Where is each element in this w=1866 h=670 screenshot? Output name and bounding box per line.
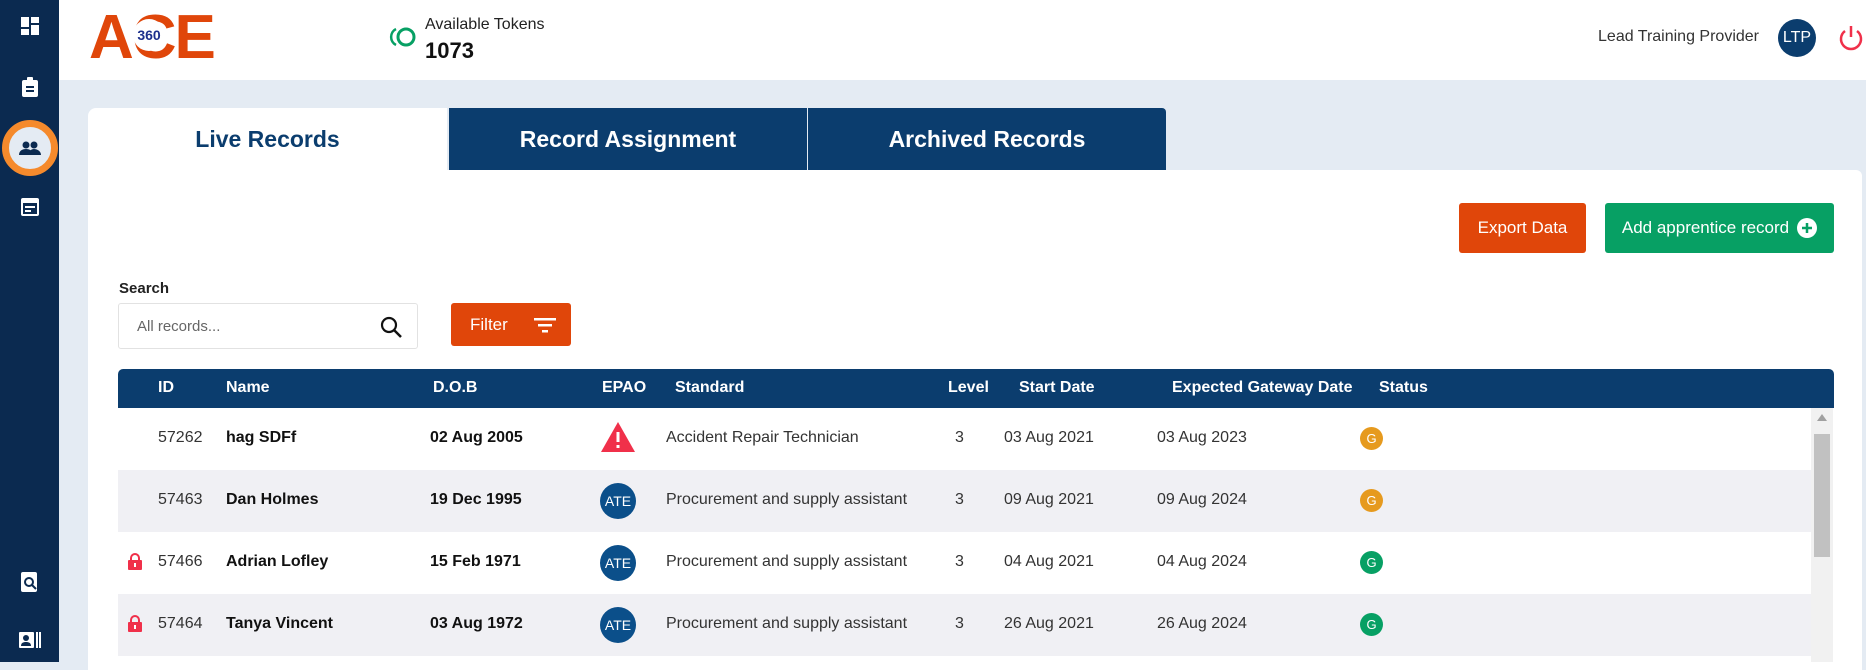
table-header: ID Name D.O.B EPAO Standard Level Start … <box>118 369 1834 408</box>
power-icon[interactable] <box>1838 24 1864 57</box>
cell-gateway-date: 09 Aug 2024 <box>1157 491 1247 508</box>
cell-name[interactable]: Adrian Lofley <box>226 553 328 571</box>
dashboard-icon[interactable] <box>0 6 59 46</box>
cell-start-date: 04 Aug 2021 <box>1004 553 1094 570</box>
add-apprentice-record-button[interactable]: Add apprentice record <box>1605 203 1834 253</box>
sidebar <box>0 0 59 662</box>
cell-start-date: 03 Aug 2021 <box>1004 429 1094 446</box>
cell-dob: 15 Feb 1971 <box>430 553 521 570</box>
tokens-icon <box>388 26 418 53</box>
col-status[interactable]: Status <box>1379 379 1428 397</box>
table-row[interactable]: 57466 Adrian Lofley 15 Feb 1971 ATE Procurem… <box>118 532 1811 594</box>
status-badge: G <box>1360 613 1383 636</box>
ace360-logo[interactable]: ACE360 <box>89 7 216 69</box>
search-label: Search <box>119 280 170 297</box>
tab-archived-records[interactable]: Archived Records <box>808 108 1166 170</box>
cell-gateway-date: 03 Aug 2023 <box>1157 429 1247 446</box>
tokens-value: 1073 <box>425 38 474 63</box>
table-row[interactable]: 57463 Dan Holmes 19 Dec 1995 ATE Procurement… <box>118 470 1811 532</box>
cell-level: 3 <box>955 491 964 508</box>
top-header <box>59 0 1866 80</box>
people-icon[interactable] <box>2 120 58 176</box>
cell-level: 3 <box>955 615 964 632</box>
avatar[interactable]: LTP <box>1778 19 1816 57</box>
lock-icon <box>128 615 142 637</box>
warning-icon <box>601 422 635 457</box>
search-input[interactable] <box>118 303 418 349</box>
cell-name[interactable]: Tanya Vincent <box>226 615 333 633</box>
cell-gateway-date: 04 Aug 2024 <box>1157 553 1247 570</box>
scroll-up-icon[interactable] <box>1817 414 1827 421</box>
epao-badge: ATE <box>600 545 636 581</box>
clipboard-icon[interactable] <box>0 67 59 107</box>
cell-id: 57262 <box>158 429 203 446</box>
cell-level: 3 <box>955 429 964 446</box>
cell-standard: Accident Repair Technician <box>666 429 859 446</box>
cell-id: 57463 <box>158 491 203 508</box>
calendar-icon[interactable] <box>0 186 59 226</box>
col-level[interactable]: Level <box>948 379 989 397</box>
status-badge: G <box>1360 551 1383 574</box>
table-row[interactable]: 57464 Tanya Vincent 03 Aug 1972 ATE Procurem… <box>118 594 1811 656</box>
user-role: Lead Training Provider <box>1598 28 1759 45</box>
cell-start-date: 26 Aug 2021 <box>1004 615 1094 632</box>
table-row[interactable]: 57262 hag SDFf 02 Aug 2005 Accident Repair … <box>118 408 1811 470</box>
cell-start-date: 09 Aug 2021 <box>1004 491 1094 508</box>
search-icon[interactable] <box>380 316 402 343</box>
col-expected-gateway-date[interactable]: Expected Gateway Date <box>1172 379 1353 397</box>
export-data-button[interactable]: Export Data <box>1459 203 1586 253</box>
cell-standard: Procurement and supply assistant <box>666 615 908 632</box>
epao-badge: ATE <box>600 483 636 519</box>
col-name[interactable]: Name <box>226 379 270 397</box>
contact-card-icon[interactable] <box>0 620 59 660</box>
col-standard[interactable]: Standard <box>675 379 744 397</box>
cell-id: 57466 <box>158 553 203 570</box>
scrollbar-thumb[interactable] <box>1814 434 1830 557</box>
lock-icon <box>128 553 142 575</box>
status-badge: G <box>1360 427 1383 450</box>
table-scrollbar[interactable] <box>1811 408 1833 662</box>
cell-gateway-date: 26 Aug 2024 <box>1157 615 1247 632</box>
epao-badge: ATE <box>600 607 636 643</box>
status-badge: G <box>1360 489 1383 512</box>
col-id[interactable]: ID <box>158 379 174 397</box>
cell-dob: 19 Dec 1995 <box>430 491 522 508</box>
tab-record-assignment[interactable]: Record Assignment <box>449 108 807 170</box>
cell-level: 3 <box>955 553 964 570</box>
cell-standard: Procurement and supply assistant <box>666 491 908 508</box>
col-dob[interactable]: D.O.B <box>433 379 477 397</box>
cell-name[interactable]: Dan Holmes <box>226 491 318 509</box>
cell-dob: 03 Aug 1972 <box>430 615 523 632</box>
cell-standard: Procurement and supply assistant <box>666 553 908 570</box>
search-document-icon[interactable] <box>0 562 59 602</box>
col-epao[interactable]: EPAO <box>602 379 646 397</box>
filter-button[interactable]: Filter <box>451 303 571 346</box>
tokens-label: Available Tokens <box>425 16 545 33</box>
tab-live-records[interactable]: Live Records <box>88 108 447 170</box>
col-start-date[interactable]: Start Date <box>1019 379 1095 397</box>
plus-circle-icon <box>1797 218 1818 238</box>
cell-name[interactable]: hag SDFf <box>226 429 296 447</box>
filter-icon <box>533 317 556 332</box>
cell-id: 57464 <box>158 615 203 632</box>
cell-dob: 02 Aug 2005 <box>430 429 523 446</box>
